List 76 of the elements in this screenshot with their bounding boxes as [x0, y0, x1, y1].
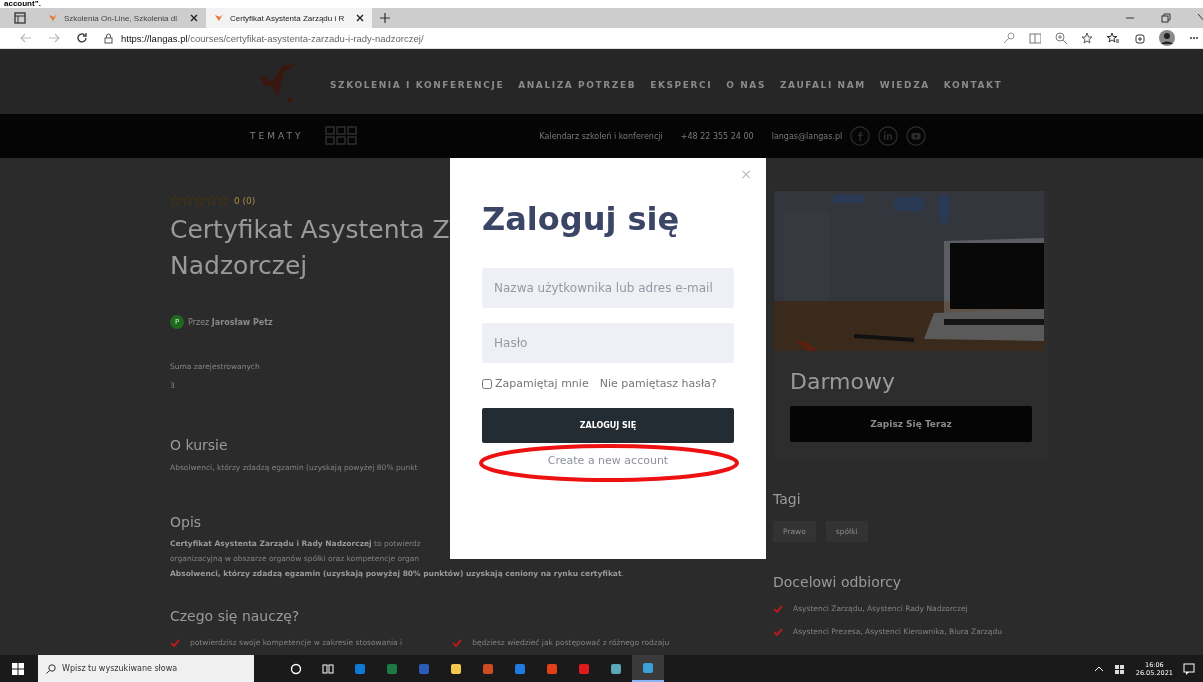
course-title: Nadzorczej [170, 250, 308, 282]
refresh-icon[interactable] [76, 32, 88, 44]
bird-icon [214, 13, 224, 23]
more-icon[interactable] [1189, 36, 1199, 40]
author-name: Przez Jarosław Petz [188, 317, 273, 327]
task-view-icon [322, 662, 334, 675]
login-button[interactable]: ZALOGUJ SIĘ [482, 408, 734, 443]
windows-icon[interactable] [12, 662, 24, 675]
remember-checkbox[interactable] [482, 378, 492, 389]
url-text[interactable]: https://langas.pl/courses/certyfikat-asystenta-zarzadu-i-rady-nadzorczej/ [121, 32, 424, 44]
app-icon [642, 661, 654, 674]
collections-icon[interactable] [1133, 32, 1145, 44]
restore-icon[interactable] [1161, 13, 1171, 23]
reader-icon[interactable] [1029, 32, 1041, 44]
check-icon [773, 627, 783, 636]
app-icon [482, 662, 494, 675]
contact-link[interactable]: Kalendarz szkoleń i konferencji [539, 131, 663, 141]
rating-count: 0 (0) [234, 195, 256, 206]
tab-actions-icon[interactable] [14, 12, 26, 24]
section-heading: O kursie [170, 437, 228, 453]
favorites-icon[interactable] [1107, 32, 1119, 44]
browser-tab[interactable]: Certyfikat Asystenta Zarządu i R [206, 8, 372, 28]
check-icon [773, 604, 783, 613]
app-icon [418, 662, 430, 675]
nav-link[interactable]: KONTAKT [943, 79, 1003, 90]
star-icon [194, 195, 205, 206]
section-heading: Czego się nauczę? [170, 608, 300, 624]
app-icon [578, 662, 590, 675]
username-field[interactable]: Nazwa użytkownika lub adres e-mail [482, 268, 734, 308]
remember-label: Zapamiętaj mnie [495, 377, 589, 390]
search-icon [46, 663, 56, 674]
network-icon[interactable] [1113, 662, 1126, 675]
nav-link[interactable]: WIEDZA [879, 79, 930, 90]
cortana-icon [290, 662, 302, 675]
star-icon [182, 195, 193, 206]
star-add-icon[interactable] [1081, 32, 1093, 44]
zoom-icon[interactable] [1055, 32, 1067, 44]
forgot-password-link[interactable]: Nie pamiętasz hasła? [599, 377, 717, 390]
chevron-up-icon[interactable] [1093, 665, 1104, 672]
app-icon [546, 662, 558, 675]
dialog-title: Zaloguj się [482, 200, 681, 238]
nav-link[interactable]: ANALIZA POTRZEB [518, 79, 637, 90]
section-heading: Opis [170, 514, 202, 530]
price-label: Darmowy [790, 369, 896, 394]
contact-link[interactable]: +48 22 355 24 00 [680, 131, 754, 141]
avatar-icon[interactable] [1159, 30, 1175, 46]
star-icon [206, 195, 217, 206]
app-icon [354, 662, 366, 675]
check-icon [170, 638, 180, 647]
nav-link[interactable]: ZAUFALI NAM [780, 79, 866, 90]
register-link[interactable]: Create a new account [547, 454, 669, 467]
app-icon [514, 662, 526, 675]
notifications-icon[interactable] [1183, 662, 1195, 675]
app-icon [386, 662, 398, 675]
nav-link[interactable]: EKSPERCI [650, 79, 713, 90]
star-icon [218, 195, 229, 206]
new-tab-icon[interactable] [380, 13, 390, 23]
app-icon [610, 662, 622, 675]
password-field[interactable]: Hasło [482, 323, 734, 363]
browser-tab[interactable]: Szkolenia On-Line, Szkolenia dl [40, 8, 206, 28]
bird-icon [48, 13, 58, 23]
enroll-button[interactable]: Zapisz Się Teraz [790, 406, 1032, 442]
nav-link[interactable]: SZKOLENIA I KONFERENCJE [330, 79, 505, 90]
topics-link[interactable]: TEMATY [250, 131, 304, 141]
star-icon [170, 195, 181, 206]
check-icon [452, 638, 463, 647]
folder-icon [450, 662, 462, 675]
nav-link[interactable]: O NAS [726, 79, 766, 90]
tab-title: Certyfikat Asystenta Zarządu i R [230, 13, 346, 23]
section-heading: Tagi [773, 491, 801, 507]
section-heading: Docelowi odbiorcy [773, 574, 902, 590]
course-title: Certyfikat Asystenta Z [170, 214, 450, 246]
tab-title: Szkolenia On-Line, Szkolenia dl [64, 13, 178, 23]
caption-text: account”. [3, 0, 41, 8]
lock-icon [104, 32, 113, 44]
contact-link[interactable]: langas@langas.pl [771, 131, 843, 141]
